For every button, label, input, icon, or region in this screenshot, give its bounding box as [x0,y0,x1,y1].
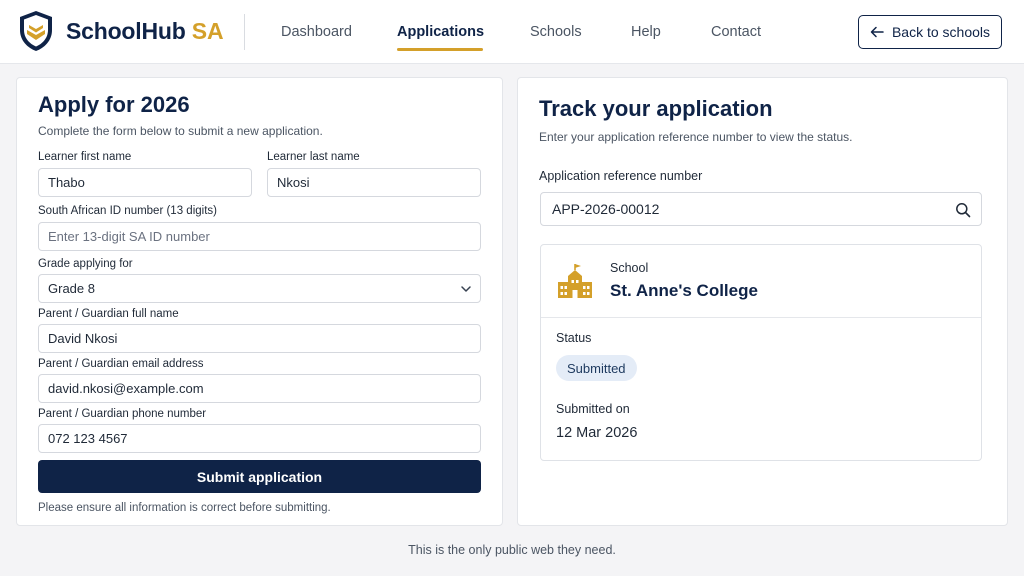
grade-label: Grade applying for [38,258,133,270]
nav-applications[interactable]: Applications [397,24,484,40]
apply-form-panel: Apply for 2026 Complete the form below t… [16,77,503,526]
status-label: Status [556,331,592,345]
last-name-field[interactable]: Nkosi [267,168,481,197]
guardian-phone-field[interactable]: 072 123 4567 [38,424,481,453]
track-application-panel: Track your application Enter your applic… [517,77,1008,526]
apply-subtitle: Complete the form below to submit a new … [38,124,323,138]
nav-dashboard[interactable]: Dashboard [281,24,352,40]
guardian-phone-label: Parent / Guardian phone number [38,408,207,420]
guardian-name-field[interactable]: David Nkosi [38,324,481,353]
grade-value: Grade 8 [48,281,95,296]
reference-label: Application reference number [539,169,703,183]
brand-main: SchoolHub [66,18,186,44]
top-header: SchoolHub SA Dashboard Applications Scho… [0,0,1024,64]
active-nav-indicator [397,48,483,51]
apply-title: Apply for 2026 [38,92,190,117]
first-name-field[interactable]: Thabo [38,168,252,197]
grade-select[interactable]: Grade 8 [38,274,481,303]
submit-note: Please ensure all information is correct… [38,502,331,514]
footer-tagline: This is the only public web they need. [408,543,616,557]
guardian-name-label: Parent / Guardian full name [38,308,179,320]
nav-help[interactable]: Help [631,24,661,40]
chevron-down-icon [461,286,471,292]
id-number-label: South African ID number (13 digits) [38,205,217,217]
guardian-email-field[interactable]: david.nkosi@example.com [38,374,481,403]
brand-divider [244,14,245,50]
reference-value: APP-2026-00012 [552,201,660,217]
card-divider [541,317,981,318]
submitted-on-value: 12 Mar 2026 [556,425,638,441]
track-subtitle: Enter your application reference number … [539,130,853,144]
application-status-card: School St. Anne's College Status Submitt… [540,244,982,461]
shield-logo-icon [20,11,52,51]
submitted-on-label: Submitted on [556,402,630,416]
last-name-label: Learner last name [267,151,360,163]
brand-name[interactable]: SchoolHub SA [66,18,224,45]
id-number-field[interactable]: Enter 13-digit SA ID number [38,222,481,251]
nav-schools[interactable]: Schools [530,24,582,40]
school-label: School [610,261,649,275]
search-icon[interactable] [955,202,971,218]
back-button-label: Back to schools [891,24,991,40]
track-title: Track your application [539,96,773,121]
brand-accent: SA [191,18,224,44]
first-name-label: Learner first name [38,151,132,163]
school-building-icon [558,264,592,298]
submit-application-button[interactable]: Submit application [38,460,481,493]
guardian-email-label: Parent / Guardian email address [38,358,204,370]
back-to-schools-button[interactable]: Back to schools [858,15,1002,49]
nav-contact[interactable]: Contact [711,24,761,40]
status-badge: Submitted [556,355,637,381]
reference-search-input[interactable]: APP-2026-00012 [540,192,982,226]
arrow-left-icon [870,26,884,38]
school-name: St. Anne's College [610,281,758,300]
